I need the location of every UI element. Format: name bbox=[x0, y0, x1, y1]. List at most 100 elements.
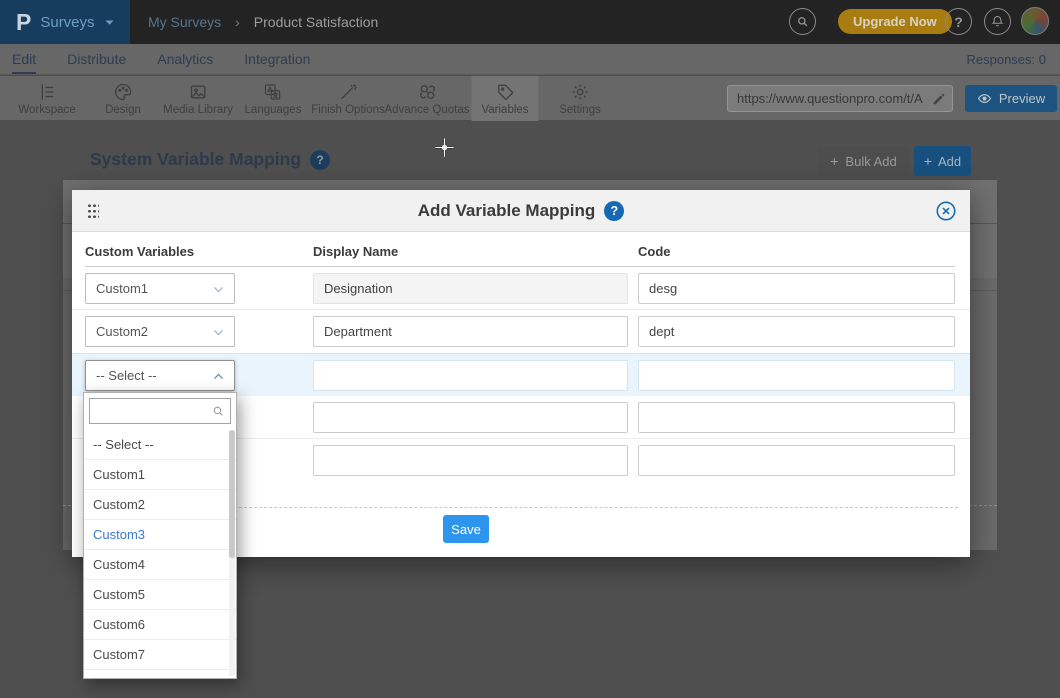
workspace-icon bbox=[37, 82, 57, 102]
responses-count: Responses: 0 bbox=[967, 44, 1047, 74]
selected-value: Custom2 bbox=[96, 324, 148, 339]
edit-url-pencil-icon[interactable] bbox=[931, 91, 947, 107]
toolbar-item-label: Languages bbox=[245, 104, 302, 116]
finish-options-icon bbox=[338, 82, 358, 102]
toolbar-item-label: Design bbox=[105, 104, 141, 116]
page-title: System Variable Mapping bbox=[90, 149, 301, 170]
dropdown-search-input[interactable] bbox=[89, 398, 231, 424]
toolbar-item-label: Workspace bbox=[18, 104, 75, 116]
column-header-code: Code bbox=[638, 244, 671, 259]
dropdown-option-custom7[interactable]: Custom7 bbox=[84, 640, 236, 670]
top-bar: P Surveys My Surveys › Product Satisfact… bbox=[0, 0, 1060, 44]
column-headers: Custom Variables Display Name Code bbox=[85, 241, 955, 267]
toolbar-item-languages[interactable]: Languages bbox=[235, 76, 312, 121]
bulk-add-label: Bulk Add bbox=[845, 154, 896, 169]
custom-variable-select[interactable]: -- Select -- bbox=[85, 360, 235, 391]
dropdown-option-custom5[interactable]: Custom5 bbox=[84, 580, 236, 610]
mapping-row-3: -- Select -- bbox=[72, 353, 970, 396]
dropdown-options-list: -- Select --Custom1Custom2Custom3Custom4… bbox=[84, 430, 236, 670]
edit-toolbar: WorkspaceDesignMedia LibraryLanguagesFin… bbox=[0, 76, 1060, 121]
questionpro-survey-editor: P Surveys My Surveys › Product Satisfact… bbox=[0, 0, 1060, 698]
code-input[interactable] bbox=[638, 402, 955, 433]
code-input[interactable] bbox=[638, 360, 955, 391]
tab-analytics[interactable]: Analytics bbox=[157, 44, 213, 74]
user-avatar[interactable] bbox=[1021, 7, 1049, 35]
settings-icon bbox=[570, 82, 590, 102]
breadcrumb-separator: › bbox=[235, 14, 240, 30]
code-input[interactable] bbox=[638, 273, 955, 304]
tab-edit[interactable]: Edit bbox=[12, 44, 36, 74]
display-name-input[interactable] bbox=[313, 316, 628, 347]
display-name-input[interactable] bbox=[313, 360, 628, 391]
variables-icon bbox=[495, 82, 515, 102]
preview-label: Preview bbox=[999, 91, 1045, 106]
toolbar-item-label: Advance Quotas bbox=[384, 104, 469, 116]
dropdown-search-box bbox=[89, 398, 231, 424]
languages-icon bbox=[263, 82, 283, 102]
search-icon bbox=[795, 14, 810, 29]
survey-url-box bbox=[727, 85, 953, 112]
column-header-display-name: Display Name bbox=[313, 244, 398, 259]
display-name-input[interactable] bbox=[313, 445, 628, 476]
upgrade-now-button[interactable]: Upgrade Now bbox=[838, 9, 952, 34]
close-icon bbox=[935, 200, 957, 222]
drag-handle-icon[interactable] bbox=[87, 203, 99, 220]
toolbar-item-label: Settings bbox=[559, 104, 601, 116]
bulk-add-button[interactable]: + Bulk Add bbox=[818, 146, 909, 176]
toolbar-item-design[interactable]: Design bbox=[95, 76, 151, 121]
selected-value: -- Select -- bbox=[96, 368, 157, 383]
custom-variable-select[interactable]: Custom2 bbox=[85, 316, 235, 347]
breadcrumb-my-surveys[interactable]: My Surveys bbox=[148, 14, 221, 30]
toolbar-item-variables[interactable]: Variables bbox=[471, 76, 538, 121]
selected-value: Custom1 bbox=[96, 281, 148, 296]
search-button[interactable] bbox=[789, 8, 816, 35]
survey-nav-row: Edit Distribute Analytics Integration Respo… bbox=[0, 44, 1060, 75]
product-switcher[interactable]: P Surveys bbox=[0, 0, 130, 44]
modal-help-icon[interactable]: ? bbox=[604, 201, 624, 221]
dropdown-option-custom6[interactable]: Custom6 bbox=[84, 610, 236, 640]
breadcrumb: My Surveys › Product Satisfaction bbox=[148, 0, 378, 44]
toolbar-item-label: Variables bbox=[481, 104, 528, 116]
search-icon bbox=[211, 404, 225, 418]
scrollbar-thumb[interactable] bbox=[229, 430, 235, 558]
toolbar-item-workspace[interactable]: Workspace bbox=[8, 76, 85, 121]
chevron-up-icon bbox=[212, 370, 225, 383]
code-input[interactable] bbox=[638, 316, 955, 347]
column-header-custom-variables: Custom Variables bbox=[85, 244, 194, 259]
preview-button[interactable]: Preview bbox=[965, 85, 1057, 112]
modal-close-button[interactable] bbox=[935, 200, 957, 222]
modal-title: Add Variable Mapping bbox=[418, 201, 596, 221]
help-button[interactable]: ? bbox=[945, 8, 972, 35]
tab-distribute[interactable]: Distribute bbox=[67, 44, 126, 74]
add-button[interactable]: + Add bbox=[914, 146, 971, 176]
dropdown-option-custom4[interactable]: Custom4 bbox=[84, 550, 236, 580]
dropdown-option-custom1[interactable]: Custom1 bbox=[84, 460, 236, 490]
dropdown-scrollbar[interactable] bbox=[229, 430, 235, 676]
toolbar-item-media-library[interactable]: Media Library bbox=[153, 76, 243, 121]
save-button[interactable]: Save bbox=[443, 515, 489, 543]
display-name-input[interactable] bbox=[313, 273, 628, 304]
chevron-down-icon bbox=[104, 17, 115, 28]
display-name-input[interactable] bbox=[313, 402, 628, 433]
notifications-button[interactable] bbox=[984, 8, 1011, 35]
dropdown-option--select-[interactable]: -- Select -- bbox=[84, 430, 236, 460]
custom-variable-dropdown-panel: -- Select --Custom1Custom2Custom3Custom4… bbox=[83, 392, 237, 679]
help-icon: ? bbox=[954, 14, 963, 30]
survey-url-input[interactable] bbox=[728, 86, 924, 111]
custom-variable-select[interactable]: Custom1 bbox=[85, 273, 235, 304]
dropdown-option-custom3[interactable]: Custom3 bbox=[84, 520, 236, 550]
toolbar-item-advance-quotas[interactable]: Advance Quotas bbox=[374, 76, 479, 121]
mouse-cursor-crosshair bbox=[434, 137, 455, 158]
bell-icon bbox=[990, 14, 1005, 29]
toolbar-item-settings[interactable]: Settings bbox=[549, 76, 611, 121]
mapping-row-2: Custom2 bbox=[72, 310, 970, 353]
dropdown-option-custom2[interactable]: Custom2 bbox=[84, 490, 236, 520]
code-input[interactable] bbox=[638, 445, 955, 476]
plus-icon: + bbox=[830, 154, 838, 168]
design-icon bbox=[113, 82, 133, 102]
tab-integration[interactable]: Integration bbox=[244, 44, 310, 74]
nav-tabs: Edit Distribute Analytics Integration bbox=[0, 44, 1060, 74]
page-help-icon[interactable]: ? bbox=[310, 150, 330, 170]
modal-header: Add Variable Mapping ? bbox=[72, 190, 970, 232]
questionpro-logo: P bbox=[16, 11, 31, 34]
